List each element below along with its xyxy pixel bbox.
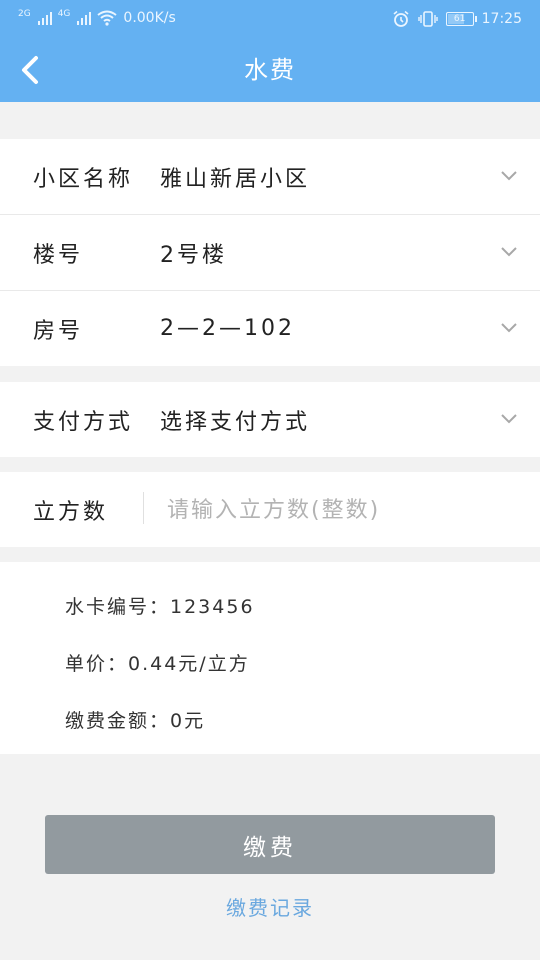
status-bar: 2G 4G 0.00K/s 61 17:25 xyxy=(0,0,540,38)
cubic-input[interactable] xyxy=(165,488,509,532)
payment-amount: 缴费金额：0元 xyxy=(65,710,206,732)
building-select[interactable]: 楼号 2号楼 xyxy=(0,215,540,290)
signal-icon xyxy=(37,11,52,25)
fee-info-panel: 水卡编号：123456 单价：0.44元/立方 缴费金额：0元 xyxy=(0,562,540,754)
community-select[interactable]: 小区名称 雅山新居小区 xyxy=(0,139,540,214)
room-label: 房号 xyxy=(33,318,84,344)
building-value: 2号楼 xyxy=(160,242,227,268)
cubic-label: 立方数 xyxy=(33,499,109,525)
chevron-down-icon xyxy=(501,413,517,423)
unit-price: 单价：0.44元/立方 xyxy=(65,653,250,675)
alarm-icon xyxy=(393,10,409,27)
clock: 17:25 xyxy=(481,11,522,27)
building-label: 楼号 xyxy=(33,242,84,268)
network-speed: 0.00K/s xyxy=(123,10,176,26)
community-value: 雅山新居小区 xyxy=(160,166,311,192)
battery-icon: 61 xyxy=(445,12,477,26)
payment-records-link[interactable]: 缴费记录 xyxy=(0,892,540,921)
network-type-label: 4G xyxy=(57,9,71,19)
payment-method-value: 选择支付方式 xyxy=(160,409,311,435)
network-type-label: 2G xyxy=(18,9,31,19)
payment-method-select[interactable]: 支付方式 选择支付方式 xyxy=(0,382,540,457)
chevron-down-icon xyxy=(501,246,517,256)
wifi-icon xyxy=(97,10,118,26)
battery-level: 61 xyxy=(453,14,466,24)
water-card-number: 水卡编号：123456 xyxy=(65,596,255,618)
community-label: 小区名称 xyxy=(33,166,134,192)
app-bar: 水费 xyxy=(0,38,540,102)
signal-icon xyxy=(77,11,92,25)
vibrate-icon xyxy=(417,11,438,27)
payment-method-label: 支付方式 xyxy=(33,409,134,435)
room-value: 2—2—102 xyxy=(160,316,295,341)
input-separator xyxy=(143,492,144,524)
page-title: 水费 xyxy=(244,56,296,84)
chevron-down-icon xyxy=(501,322,517,332)
chevron-down-icon xyxy=(501,170,517,180)
room-select[interactable]: 房号 2—2—102 xyxy=(0,291,540,366)
pay-button[interactable]: 缴费 xyxy=(45,815,495,874)
